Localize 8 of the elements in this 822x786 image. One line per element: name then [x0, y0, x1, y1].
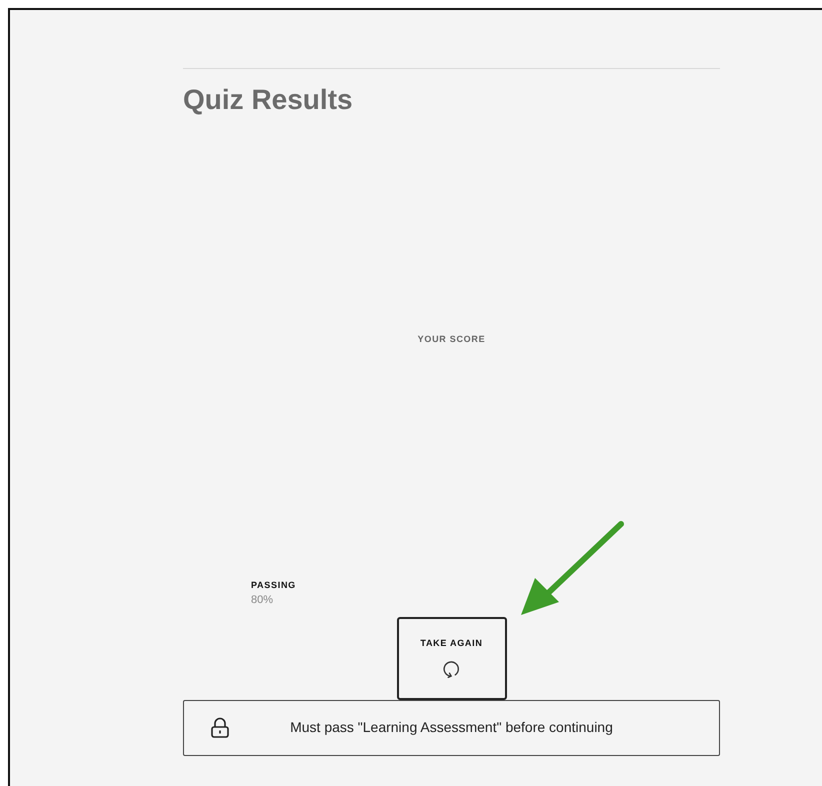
page-title: Quiz Results [183, 83, 353, 117]
take-again-button[interactable]: TAKE AGAIN [396, 616, 506, 700]
passing-value: 80% [251, 593, 274, 608]
score-label: YOUR SCORE [418, 333, 486, 346]
passing-label: PASSING [251, 578, 296, 592]
retry-icon [442, 658, 462, 679]
lock-icon [210, 716, 230, 738]
notice-text: Must pass "Learning Assessment" before continuing [289, 718, 614, 737]
